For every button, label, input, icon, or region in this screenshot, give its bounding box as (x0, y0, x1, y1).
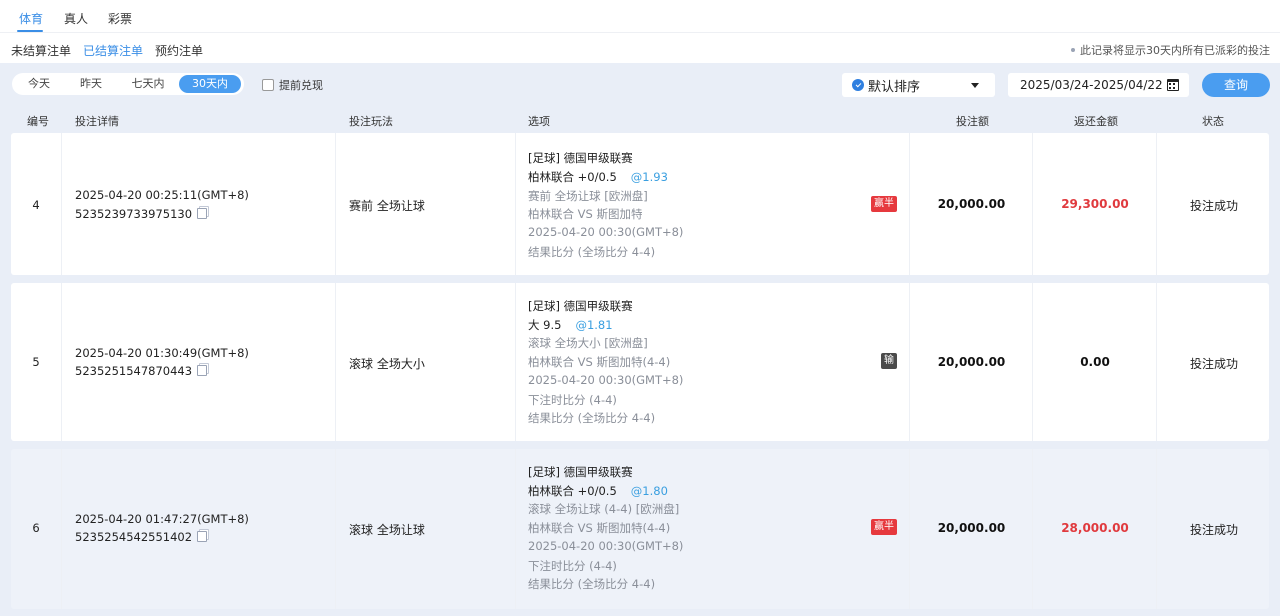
selection-detail: 下注时比分 (4-4) (528, 559, 617, 573)
table-row: 4 2025-04-20 00:25:11(GMT+8) 52352397339… (11, 133, 1269, 275)
order-number: 5235251547870443 (75, 364, 208, 378)
league-name: [足球] 德国甲级联赛 (528, 465, 633, 479)
sort-check-icon (852, 79, 864, 91)
table-header: 编号 投注详情 投注玩法 选项 投注额 返还金额 状态 (0, 107, 1280, 133)
odds-value: @1.81 (575, 318, 613, 332)
table-row: 6 2025-04-20 01:47:27(GMT+8) 52352545425… (11, 449, 1269, 609)
date-range-group: 今天 昨天 七天内 30天内 (12, 73, 244, 95)
play-type: 赛前 全场让球 (349, 199, 425, 213)
tab-unsettled-bets[interactable]: 未结算注单 (11, 42, 71, 59)
selection-detail: 下注时比分 (4-4) (528, 393, 617, 407)
selection-detail: 柏林联合 VS 斯图加特 (528, 207, 643, 221)
selection-detail: 柏林联合 VS 斯图加特(4-4) (528, 521, 671, 535)
odds-value: @1.80 (630, 484, 668, 498)
range-thirty-days[interactable]: 30天内 (179, 75, 241, 93)
header-selection: 选项 (528, 115, 550, 128)
order-number: 5235239733975130 (75, 207, 208, 221)
selection-detail: 滚球 全场让球 (4-4) [欧洲盘] (528, 502, 680, 516)
tab-live-casino[interactable]: 真人 (64, 10, 88, 27)
table-row: 5 2025-04-20 01:30:49(GMT+8) 52352515478… (11, 283, 1269, 441)
bet-status: 投注成功 (1189, 357, 1238, 371)
early-cashout-checkbox[interactable] (262, 79, 274, 91)
bet-time: 2025-04-20 00:25:11(GMT+8) (75, 188, 249, 202)
query-button[interactable]: 查询 (1202, 73, 1270, 97)
selection-detail: 滚球 全场大小 [欧洲盘] (528, 336, 648, 350)
copy-icon[interactable] (197, 365, 208, 376)
calendar-icon[interactable] (1167, 79, 1179, 91)
odds-value: @1.93 (630, 170, 668, 184)
selection-detail: 2025-04-20 00:30(GMT+8) (528, 225, 684, 239)
order-number: 5235254542551402 (75, 530, 208, 544)
date-range-value: 2025/03/24-2025/04/22 (1020, 78, 1163, 92)
header-stake: 投注额 (956, 115, 989, 128)
result-badge: 赢半 (871, 196, 897, 212)
bet-time: 2025-04-20 01:30:49(GMT+8) (75, 346, 249, 360)
row-id: 4 (32, 198, 40, 212)
tab-sports[interactable]: 体育 (19, 10, 43, 27)
selection-detail: 结果比分 (全场比分 4-4) (528, 577, 656, 591)
sort-label: 默认排序 (868, 79, 921, 95)
pick-text: 大 9.5 (528, 318, 562, 332)
selection-detail: 柏林联合 VS 斯图加特(4-4) (528, 355, 671, 369)
play-type: 滚球 全场让球 (349, 523, 425, 537)
range-seven-days[interactable]: 七天内 (120, 75, 176, 93)
stake-amount: 20,000.00 (937, 521, 1006, 535)
play-type: 滚球 全场大小 (349, 357, 425, 371)
top-tabs: 体育 真人 彩票 (0, 0, 1280, 33)
header-return: 返还金额 (1074, 115, 1118, 128)
header-play-type: 投注玩法 (349, 115, 393, 128)
bet-time: 2025-04-20 01:47:27(GMT+8) (75, 512, 249, 526)
header-status: 状态 (1202, 115, 1224, 128)
bet-status: 投注成功 (1189, 523, 1238, 537)
league-name: [足球] 德国甲级联赛 (528, 299, 633, 313)
range-yesterday[interactable]: 昨天 (68, 75, 114, 93)
tab-settled-bets[interactable]: 已结算注单 (83, 42, 143, 59)
selection-pick: 柏林联合 +0/0.5 @1.93 (528, 169, 668, 185)
bet-records-table: 编号 投注详情 投注玩法 选项 投注额 返还金额 状态 4 2025-04-20… (0, 107, 1280, 616)
range-today[interactable]: 今天 (16, 75, 62, 93)
copy-icon[interactable] (197, 531, 208, 542)
result-badge: 赢半 (871, 519, 897, 535)
pick-text: 柏林联合 +0/0.5 (528, 170, 617, 184)
order-number-text: 5235239733975130 (75, 207, 193, 221)
order-number-text: 5235254542551402 (75, 530, 193, 544)
pick-text: 柏林联合 +0/0.5 (528, 484, 617, 498)
stake-amount: 20,000.00 (937, 355, 1006, 369)
row-id: 5 (32, 355, 40, 369)
stake-amount: 20,000.00 (937, 197, 1006, 211)
sort-dropdown[interactable]: 默认排序 (842, 73, 995, 97)
header-bet-details: 投注详情 (75, 115, 119, 128)
tab-reserved-bets[interactable]: 预约注单 (155, 42, 203, 59)
return-amount: 0.00 (1080, 355, 1110, 369)
return-amount: 28,000.00 (1061, 521, 1129, 535)
selection-pick: 大 9.5 @1.81 (528, 317, 613, 333)
selection-detail: 2025-04-20 00:30(GMT+8) (528, 539, 684, 553)
bullet-icon (1071, 48, 1075, 52)
selection-pick: 柏林联合 +0/0.5 @1.80 (528, 483, 668, 499)
result-badge: 输 (881, 353, 897, 369)
league-name: [足球] 德国甲级联赛 (528, 151, 633, 165)
active-tab-indicator (17, 30, 43, 32)
order-number-text: 5235251547870443 (75, 364, 193, 378)
header-id: 编号 (27, 115, 49, 128)
records-notice: 此记录将显示30天内所有已派彩的投注 (1071, 42, 1270, 58)
date-range-field[interactable]: 2025/03/24-2025/04/22 (1008, 73, 1189, 97)
row-id: 6 (32, 521, 40, 535)
selection-detail: 赛前 全场让球 [欧洲盘] (528, 189, 648, 203)
selection-detail: 结果比分 (全场比分 4-4) (528, 411, 656, 425)
selection-detail: 结果比分 (全场比分 4-4) (528, 245, 656, 259)
tab-lottery[interactable]: 彩票 (108, 10, 132, 27)
return-amount: 29,300.00 (1061, 197, 1129, 211)
selection-detail: 2025-04-20 00:30(GMT+8) (528, 373, 684, 387)
notice-text: 此记录将显示30天内所有已派彩的投注 (1080, 44, 1270, 57)
bet-status: 投注成功 (1189, 199, 1238, 213)
filter-bar: 今天 昨天 七天内 30天内 提前兑现 默认排序 2025/03/24-2025… (0, 63, 1280, 107)
dropdown-caret-icon (971, 83, 979, 88)
copy-icon[interactable] (197, 208, 208, 219)
early-cashout-label: 提前兑现 (279, 79, 323, 92)
early-cashout-filter[interactable]: 提前兑现 (262, 77, 323, 93)
